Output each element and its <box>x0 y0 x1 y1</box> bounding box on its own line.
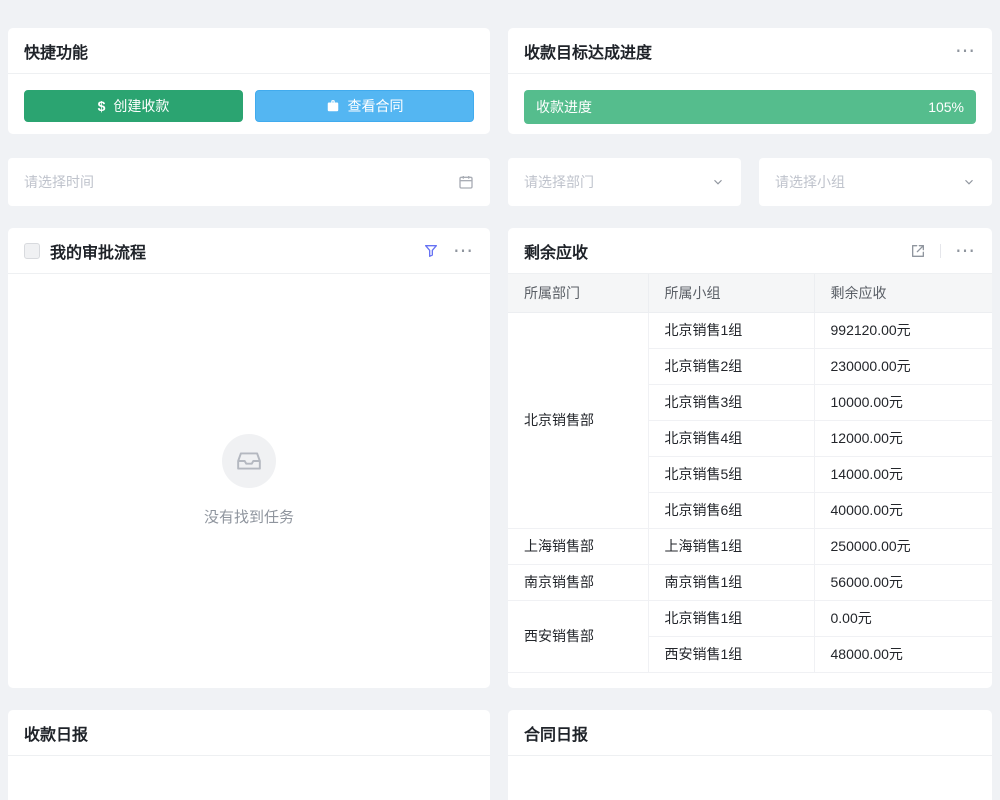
department-select[interactable]: 请选择部门 <box>508 158 741 206</box>
empty-state-circle <box>222 434 276 488</box>
amount-cell: 10000.00元 <box>814 384 992 420</box>
amount-cell: 56000.00元 <box>814 564 992 600</box>
chevron-down-icon <box>711 175 725 189</box>
quick-actions-card: 快捷功能 $ 创建收款 查看合同 <box>8 28 490 134</box>
table-row: 南京销售部 南京销售1组 56000.00元 <box>508 564 992 600</box>
inbox-icon <box>236 448 262 474</box>
create-payment-label: 创建收款 <box>113 96 169 116</box>
group-cell: 上海销售1组 <box>648 528 814 564</box>
amount-cell: 0.00元 <box>814 600 992 636</box>
progress-card: 收款目标达成进度 ⋯ 收款进度 105% <box>508 28 992 134</box>
payment-daily-header: 收款日报 <box>8 710 490 756</box>
calendar-icon[interactable] <box>458 174 474 190</box>
amount-cell: 12000.00元 <box>814 420 992 456</box>
amount-cell: 14000.00元 <box>814 456 992 492</box>
progress-card-header: 收款目标达成进度 ⋯ <box>508 28 992 74</box>
quick-actions-header: 快捷功能 <box>8 28 490 74</box>
amount-cell: 40000.00元 <box>814 492 992 528</box>
empty-state-text: 没有找到任务 <box>204 506 294 527</box>
receivables-card: 剩余应收 ⋯ 所属部门 所属小组 剩余应收 北京销售部 北京销售 <box>508 228 992 688</box>
approvals-header: 我的审批流程 ⋯ <box>8 228 490 274</box>
view-contract-button[interactable]: 查看合同 <box>255 90 474 122</box>
dept-cell: 上海销售部 <box>508 528 648 564</box>
amount-cell: 250000.00元 <box>814 528 992 564</box>
table-row: 上海销售部 上海销售1组 250000.00元 <box>508 528 992 564</box>
card-title: 我的审批流程 <box>50 239 146 263</box>
progress-value: 105% <box>928 99 964 115</box>
department-select-placeholder: 请选择部门 <box>524 172 711 192</box>
chevron-down-icon <box>962 175 976 189</box>
view-contract-label: 查看合同 <box>348 96 404 116</box>
card-title: 收款日报 <box>24 721 88 745</box>
dept-cell: 北京销售部 <box>508 312 648 528</box>
card-title: 剩余应收 <box>524 239 588 263</box>
dashboard: 快捷功能 $ 创建收款 查看合同 收款目标达成进度 ⋯ 收款进度 <box>0 0 1000 800</box>
column-header-department: 所属部门 <box>508 274 648 312</box>
group-cell: 北京销售4组 <box>648 420 814 456</box>
amount-cell: 48000.00元 <box>814 636 992 672</box>
dollar-icon: $ <box>98 98 106 114</box>
column-header-group: 所属小组 <box>648 274 814 312</box>
payment-daily-card: 收款日报 <box>8 710 490 800</box>
group-select[interactable]: 请选择小组 <box>759 158 992 206</box>
create-payment-button[interactable]: $ 创建收款 <box>24 90 243 122</box>
group-cell: 北京销售3组 <box>648 384 814 420</box>
more-icon[interactable]: ⋯ <box>453 241 474 261</box>
empty-state: 没有找到任务 <box>8 274 490 687</box>
receivables-header: 剩余应收 ⋯ <box>508 228 992 274</box>
card-title: 合同日报 <box>524 721 588 745</box>
table-row: 北京销售部 北京销售1组 992120.00元 <box>508 312 992 348</box>
quick-actions-buttons: $ 创建收款 查看合同 <box>8 74 490 138</box>
progress-label: 收款进度 <box>536 97 592 117</box>
table-header-row: 所属部门 所属小组 剩余应收 <box>508 274 992 312</box>
card-title: 快捷功能 <box>24 39 88 63</box>
card-title: 收款目标达成进度 <box>524 39 652 63</box>
group-cell: 北京销售5组 <box>648 456 814 492</box>
group-select-placeholder: 请选择小组 <box>775 172 962 192</box>
filter-funnel-icon[interactable] <box>423 243 439 259</box>
progress-wrap: 收款进度 105% <box>508 74 992 124</box>
divider <box>940 244 941 258</box>
amount-cell: 230000.00元 <box>814 348 992 384</box>
receivables-table: 所属部门 所属小组 剩余应收 北京销售部 北京销售1组 992120.00元 北… <box>508 274 992 673</box>
column-header-amount: 剩余应收 <box>814 274 992 312</box>
open-external-icon[interactable] <box>910 243 926 259</box>
group-cell: 北京销售6组 <box>648 492 814 528</box>
time-picker[interactable] <box>8 158 490 206</box>
approvals-card: 我的审批流程 ⋯ 没有找到任务 <box>8 228 490 688</box>
briefcase-icon <box>326 99 340 113</box>
contract-daily-card: 合同日报 <box>508 710 992 800</box>
time-input[interactable] <box>24 174 458 190</box>
contract-daily-header: 合同日报 <box>508 710 992 756</box>
group-cell: 北京销售1组 <box>648 600 814 636</box>
group-cell: 南京销售1组 <box>648 564 814 600</box>
group-cell: 北京销售2组 <box>648 348 814 384</box>
progress-bar: 收款进度 105% <box>524 90 976 124</box>
dept-cell: 南京销售部 <box>508 564 648 600</box>
table-row: 西安销售部 北京销售1组 0.00元 <box>508 600 992 636</box>
amount-cell: 992120.00元 <box>814 312 992 348</box>
group-cell: 北京销售1组 <box>648 312 814 348</box>
select-all-checkbox[interactable] <box>24 243 40 259</box>
more-icon[interactable]: ⋯ <box>955 241 976 261</box>
more-icon[interactable]: ⋯ <box>955 41 976 61</box>
group-cell: 西安销售1组 <box>648 636 814 672</box>
dept-cell: 西安销售部 <box>508 600 648 672</box>
